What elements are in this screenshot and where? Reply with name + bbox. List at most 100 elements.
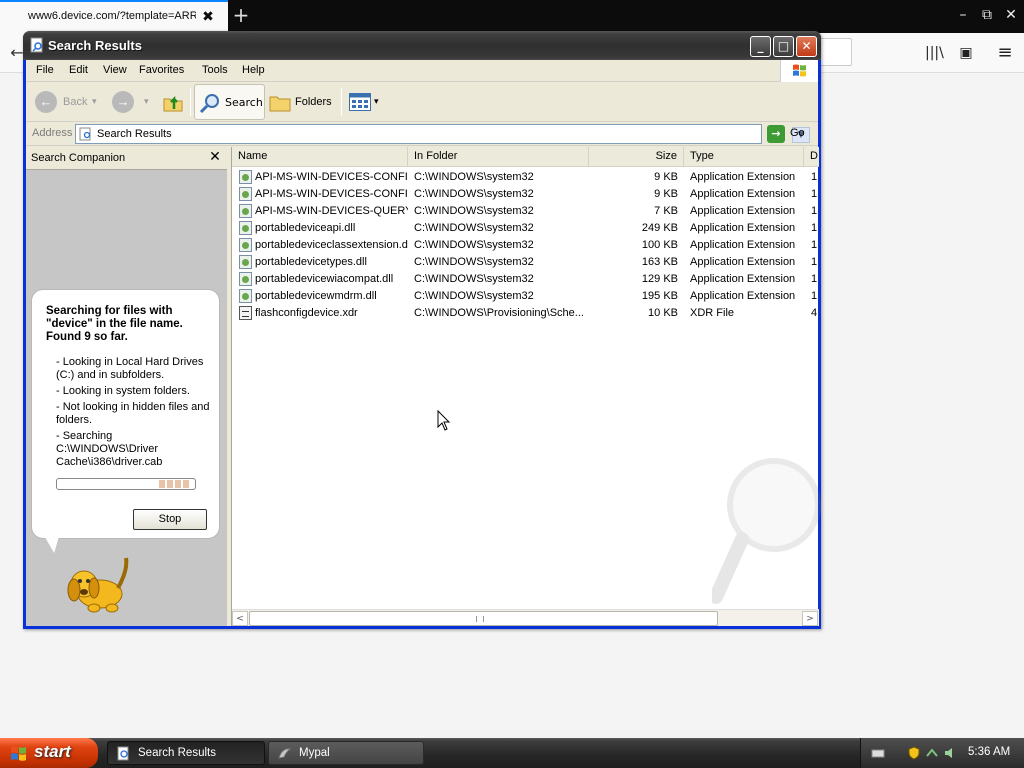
window-close-button[interactable]: ✕ — [796, 36, 817, 57]
search-progress-fill — [159, 480, 189, 488]
menu-view[interactable]: View — [103, 64, 127, 76]
stop-button[interactable]: Stop — [133, 509, 207, 530]
table-row[interactable]: portabledevicetypes.dll C:\WINDOWS\system… — [232, 254, 819, 271]
column-header-name[interactable]: Name — [232, 147, 408, 166]
menu-tools[interactable]: Tools — [202, 64, 228, 76]
results-list: Name In Folder Size Type D API-MS-WIN-DE… — [231, 147, 821, 626]
menu-favorites[interactable]: Favorites — [139, 64, 184, 76]
network-icon[interactable] — [925, 746, 939, 760]
folders-button[interactable]: Folders — [269, 85, 335, 119]
cell-date: 1 — [811, 290, 818, 302]
tab-close-icon[interactable]: ✖ — [200, 8, 216, 26]
library-icon[interactable]: |||\ — [925, 44, 944, 62]
keyboard-icon[interactable] — [871, 746, 885, 760]
go-button[interactable]: → Go — [767, 125, 815, 143]
browser-restore-icon[interactable]: ⧉ — [975, 4, 999, 26]
search-results-icon — [79, 127, 91, 141]
column-header-size[interactable]: Size — [589, 147, 684, 166]
window-minimize-button[interactable]: _ — [750, 36, 771, 57]
cell-folder: C:\WINDOWS\system32 — [414, 290, 534, 302]
table-row[interactable]: API-MS-WIN-DEVICES-CONFI... C:\WINDOWS\sy… — [232, 169, 819, 186]
table-row[interactable]: portabledeviceapi.dll C:\WINDOWS\system32… — [232, 220, 819, 237]
cell-size: 195 KB — [641, 290, 678, 302]
cell-type: Application Extension — [690, 239, 796, 251]
forward-button[interactable]: → ▾ — [108, 85, 154, 119]
cell-type: Application Extension — [690, 273, 796, 285]
search-window-icon — [30, 37, 43, 53]
sidebar-icon[interactable]: ▣ — [957, 44, 975, 62]
search-status-line: - Looking in system folders. — [56, 385, 190, 397]
magnifier-watermark-icon — [712, 458, 821, 604]
cell-size: 7 KB — [654, 205, 678, 217]
task-label: Search Results — [138, 747, 216, 759]
taskbar: start Search Results Mypal 5:36 AM — [0, 738, 1024, 768]
volume-icon[interactable] — [943, 746, 957, 760]
cell-folder: C:\WINDOWS\Provisioning\Sche... — [414, 307, 584, 319]
search-progress-bar — [56, 478, 196, 490]
security-shield-icon[interactable] — [907, 746, 921, 760]
cell-name: API-MS-WIN-DEVICES-QUERY... — [255, 205, 408, 217]
cell-type: Application Extension — [690, 290, 796, 302]
cell-size: 100 KB — [641, 239, 678, 251]
search-companion-close-icon[interactable]: ✕ — [208, 149, 222, 165]
back-label: Back — [63, 96, 88, 108]
start-label: start — [34, 742, 71, 761]
window-maximize-button[interactable]: □ — [773, 36, 794, 57]
up-folder-button[interactable] — [160, 85, 186, 119]
browser-close-icon[interactable]: ✕ — [999, 4, 1023, 26]
cell-type: Application Extension — [690, 171, 796, 183]
table-row[interactable]: API-MS-WIN-DEVICES-CONFI... C:\WINDOWS\sy… — [232, 186, 819, 203]
column-header-in-folder[interactable]: In Folder — [408, 147, 589, 166]
menu-edit[interactable]: Edit — [69, 64, 88, 76]
search-companion-pane: Search Companion ✕ Searching for files w… — [26, 147, 227, 626]
scrollbar-thumb[interactable] — [249, 611, 718, 626]
window-body: File Edit View Favorites Tools Help ← Ba… — [26, 60, 821, 626]
table-row[interactable]: portabledevicewmdrm.dll C:\WINDOWS\system… — [232, 288, 819, 305]
browser-tab-bar: www6.device.com/?template=ARR ✖ + – ⧉ ✕ — [0, 0, 1024, 33]
views-grid-icon — [349, 93, 371, 111]
search-companion-title: Search Companion — [31, 152, 126, 164]
go-arrow-icon: → — [767, 125, 785, 143]
window-titlebar[interactable]: Search Results _ □ ✕ — [23, 31, 821, 60]
table-row[interactable]: flashconfigdevice.xdr C:\WINDOWS\Provisio… — [232, 305, 819, 322]
table-row[interactable]: portabledevicewiacompat.dll C:\WINDOWS\sy… — [232, 271, 819, 288]
scroll-right-icon[interactable]: > — [802, 611, 818, 626]
browser-minimize-icon[interactable]: – — [951, 4, 975, 26]
browser-tab[interactable]: www6.device.com/?template=ARR ✖ — [0, 0, 228, 33]
views-button[interactable]: ▾ — [347, 85, 383, 119]
browser-url-field-edge[interactable] — [818, 38, 852, 66]
cell-type: Application Extension — [690, 222, 796, 234]
column-header-type[interactable]: Type — [684, 147, 804, 166]
scroll-left-icon[interactable]: < — [232, 611, 248, 626]
dll-file-icon — [239, 238, 252, 252]
cell-date: 1 — [811, 171, 818, 183]
windows-flag-icon — [11, 746, 26, 761]
menu-help[interactable]: Help — [242, 64, 265, 76]
column-header-date[interactable]: D — [804, 147, 819, 166]
hamburger-menu-icon[interactable]: ≡ — [996, 44, 1014, 62]
cell-name: portabledevicetypes.dll — [255, 256, 367, 268]
horizontal-scrollbar[interactable]: < > — [232, 609, 819, 626]
menu-file[interactable]: File — [36, 64, 54, 76]
address-field[interactable]: Search Results ▼ — [75, 124, 810, 144]
cell-date: 1 — [811, 239, 818, 251]
new-tab-icon[interactable]: + — [230, 4, 252, 26]
table-row[interactable]: API-MS-WIN-DEVICES-QUERY... C:\WINDOWS\sy… — [232, 203, 819, 220]
table-row[interactable]: portabledeviceclassextension.dll C:\WINDO… — [232, 237, 819, 254]
views-dropdown-icon: ▾ — [374, 96, 379, 106]
cell-type: Application Extension — [690, 256, 796, 268]
windows-logo-icon — [780, 60, 818, 82]
cell-size: 129 KB — [641, 273, 678, 285]
start-button[interactable]: start — [0, 738, 98, 768]
dll-file-icon — [239, 272, 252, 286]
task-label: Mypal — [299, 747, 330, 759]
task-mypal[interactable]: Mypal — [268, 741, 424, 765]
cell-name: API-MS-WIN-DEVICES-CONFI... — [255, 188, 408, 200]
cell-folder: C:\WINDOWS\system32 — [414, 188, 534, 200]
browser-tab-title: www6.device.com/?template=ARR — [28, 10, 196, 22]
back-button[interactable]: ← Back ▾ — [30, 85, 102, 119]
task-search-results[interactable]: Search Results — [107, 741, 265, 765]
toolbar-separator — [341, 88, 342, 116]
search-button[interactable]: Search — [194, 84, 265, 120]
bubble-tail — [44, 537, 62, 553]
